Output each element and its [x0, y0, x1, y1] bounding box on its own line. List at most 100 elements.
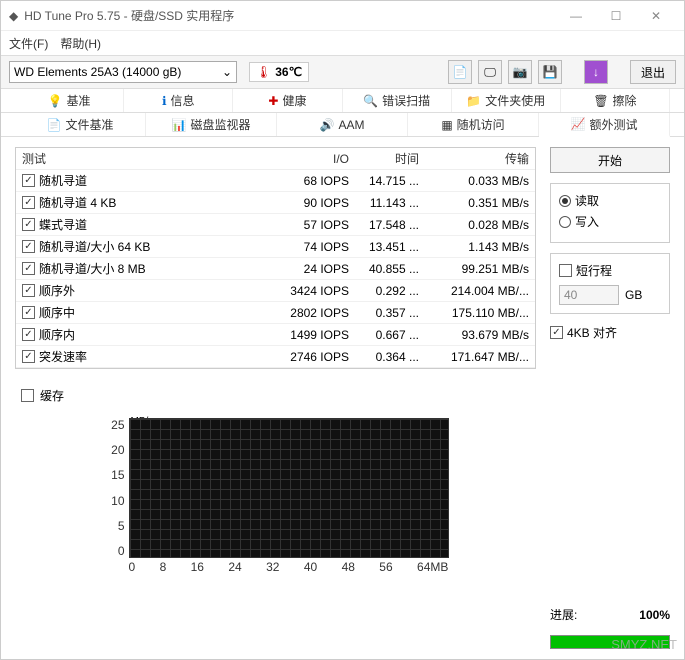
- write-label: 写入: [575, 213, 599, 230]
- row-transfer: 1.143 MB/s: [419, 240, 529, 254]
- row-checkbox[interactable]: ✓: [22, 196, 35, 209]
- row-io: 2746 IOPS: [269, 350, 349, 364]
- table-row: ✓随机寻道/大小 8 MB24 IOPS40.855 ...99.251 MB/…: [16, 258, 535, 280]
- tab-info[interactable]: ℹ信息: [124, 89, 233, 112]
- tab-benchmark[interactable]: 💡基准: [15, 89, 124, 112]
- row-transfer: 0.351 MB/s: [419, 196, 529, 210]
- row-checkbox[interactable]: ✓: [22, 262, 35, 275]
- copy-icon[interactable]: 📄: [448, 60, 472, 84]
- row-time: 0.364 ...: [349, 350, 419, 364]
- row-time: 11.143 ...: [349, 196, 419, 210]
- start-button[interactable]: 开始: [550, 147, 670, 173]
- row-checkbox[interactable]: ✓: [22, 328, 35, 341]
- row-time: 13.451 ...: [349, 240, 419, 254]
- short-label: 短行程: [576, 262, 612, 279]
- row-checkbox[interactable]: ✓: [22, 240, 35, 253]
- row-io: 3424 IOPS: [269, 284, 349, 298]
- align-checkbox[interactable]: ✓: [550, 326, 563, 339]
- thermometer-icon: 🌡: [256, 65, 271, 79]
- search-icon: 🔍: [363, 94, 378, 108]
- short-stroke-group: 短行程 GB: [550, 253, 670, 314]
- short-checkbox[interactable]: [559, 264, 572, 277]
- maximize-button[interactable]: ☐: [596, 2, 636, 30]
- row-label: 随机寻道/大小 64 KB: [39, 238, 150, 255]
- menu-file[interactable]: 文件(F): [9, 35, 48, 52]
- table-row: ✓顺序内1499 IOPS0.667 ...93.679 MB/s: [16, 324, 535, 346]
- col-io: I/O: [269, 152, 349, 166]
- camera-icon[interactable]: 📷: [508, 60, 532, 84]
- table-row: ✓ 随机寻道 4 KB 90 IOPS11.143 ...0.351 MB/s: [16, 192, 535, 214]
- trash-icon: 🗑: [593, 94, 608, 108]
- tab-diskmonitor[interactable]: 📊磁盘监视器: [146, 113, 277, 136]
- col-time: 时间: [349, 150, 419, 167]
- row-label: 顺序内: [39, 326, 75, 343]
- tab-filebench[interactable]: 📄文件基准: [15, 113, 146, 136]
- row-checkbox[interactable]: ✓: [22, 174, 35, 187]
- tab-aam[interactable]: 🔊AAM: [277, 113, 408, 136]
- read-label: 读取: [575, 192, 599, 209]
- tab-extratest[interactable]: 📈额外测试: [539, 113, 670, 137]
- results-table: 测试 I/O 时间 传输 ✓随机寻道68 IOPS14.715 ...0.033…: [15, 147, 536, 369]
- row-io: 68 IOPS: [269, 174, 349, 188]
- close-button[interactable]: ✕: [636, 2, 676, 30]
- row-label: 顺序外: [39, 282, 75, 299]
- read-radio[interactable]: [559, 195, 571, 207]
- row-time: 0.292 ...: [349, 284, 419, 298]
- table-row: ✓ 顺序外 3424 IOPS0.292 ...214.004 MB/...: [16, 280, 535, 302]
- cache-label: 缓存: [40, 387, 64, 404]
- row-time: 0.357 ...: [349, 306, 419, 320]
- speaker-icon: 🔊: [320, 118, 335, 132]
- row-checkbox[interactable]: ✓: [22, 284, 35, 297]
- random-icon: ▦: [441, 118, 452, 132]
- row-transfer: 0.033 MB/s: [419, 174, 529, 188]
- tab-randomaccess[interactable]: ▦随机访问: [408, 113, 539, 136]
- row-checkbox[interactable]: ✓: [22, 218, 35, 231]
- tab-erase[interactable]: 🗑擦除: [561, 89, 670, 112]
- row-label: 随机寻道/大小 8 MB: [39, 260, 146, 277]
- info-icon: ℹ: [162, 94, 167, 108]
- row-transfer: 171.647 MB/...: [419, 350, 529, 364]
- tab-folderusage[interactable]: 📁文件夹使用: [452, 89, 561, 112]
- row-transfer: 175.110 MB/...: [419, 306, 529, 320]
- row-label: 突发速率: [39, 348, 87, 365]
- exit-button[interactable]: 退出: [630, 60, 676, 84]
- app-icon: ◆: [9, 9, 18, 23]
- align-label: 4KB 对齐: [567, 324, 617, 341]
- temperature-display: 🌡 36℃: [249, 62, 309, 82]
- monitor-icon: 📊: [172, 118, 187, 132]
- row-io: 57 IOPS: [269, 218, 349, 232]
- row-time: 40.855 ...: [349, 262, 419, 276]
- row-transfer: 214.004 MB/...: [419, 284, 529, 298]
- down-arrow-icon[interactable]: ↓: [584, 60, 608, 84]
- minimize-button[interactable]: —: [556, 2, 596, 30]
- row-label: 随机寻道: [39, 172, 87, 189]
- progress-bar: [550, 635, 670, 649]
- extra-icon: 📈: [571, 117, 586, 131]
- bulb-icon: 💡: [48, 94, 63, 108]
- tab-errorscan[interactable]: 🔍错误扫描: [343, 89, 452, 112]
- row-checkbox[interactable]: ✓: [22, 350, 35, 363]
- short-value-input[interactable]: [559, 285, 619, 305]
- menu-help[interactable]: 帮助(H): [60, 35, 101, 52]
- progress-label: 进展:: [550, 606, 577, 623]
- table-row: ✓ 随机寻道/大小 64 KB 74 IOPS13.451 ...1.143 MB/…: [16, 236, 535, 258]
- row-time: 14.715 ...: [349, 174, 419, 188]
- short-unit: GB: [625, 288, 642, 302]
- health-icon: ✚: [268, 94, 278, 108]
- speed-chart: MB/s 2520151050 0816243240485664MB: [91, 418, 461, 574]
- row-checkbox[interactable]: ✓: [22, 306, 35, 319]
- write-radio[interactable]: [559, 216, 571, 228]
- row-io: 90 IOPS: [269, 196, 349, 210]
- table-row: ✓ 突发速率 2746 IOPS0.364 ...171.647 MB/...: [16, 346, 535, 368]
- save-icon[interactable]: 💾: [538, 60, 562, 84]
- screenshot-icon[interactable]: 🖵: [478, 60, 502, 84]
- row-label: 随机寻道 4 KB: [39, 194, 116, 211]
- row-io: 74 IOPS: [269, 240, 349, 254]
- col-transfer: 传输: [419, 150, 529, 167]
- drive-select[interactable]: WD Elements 25A3 (14000 gB) ⌄: [9, 61, 237, 83]
- cache-checkbox[interactable]: [21, 389, 34, 402]
- file-icon: 📄: [47, 118, 62, 132]
- tab-health[interactable]: ✚健康: [233, 89, 342, 112]
- temperature-value: 36℃: [275, 65, 302, 79]
- window-title: HD Tune Pro 5.75 - 硬盘/SSD 实用程序: [24, 7, 556, 24]
